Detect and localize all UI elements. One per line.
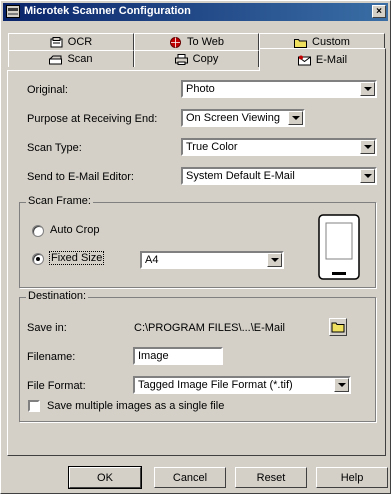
file-format-label: File Format: xyxy=(27,380,86,392)
destination-group: Destination: Save in: C:\PROGRAM FILES\.… xyxy=(19,290,376,422)
send-to-label: Send to E-Mail Editor: xyxy=(27,171,134,183)
auto-crop-label[interactable]: Auto Crop xyxy=(50,224,100,236)
multi-image-checkbox[interactable] xyxy=(28,400,40,412)
page-size-value: A4 xyxy=(145,254,159,266)
purpose-label: Purpose at Receiving End: xyxy=(27,113,158,125)
chevron-down-icon[interactable] xyxy=(360,82,375,96)
save-in-label: Save in: xyxy=(27,322,67,334)
tab-copy-label: Copy xyxy=(192,53,219,65)
ok-button[interactable]: OK xyxy=(68,466,142,489)
page-size-select[interactable]: A4 xyxy=(140,251,284,269)
title-bar[interactable]: Microtek Scanner Configuration × xyxy=(3,3,388,21)
tab-email-label: E-Mail xyxy=(315,54,348,66)
tab-scan[interactable]: Scan xyxy=(8,50,134,67)
destination-title: Destination: xyxy=(26,290,89,302)
scanner-icon xyxy=(49,55,63,64)
email-icon xyxy=(297,55,311,65)
original-label: Original: xyxy=(27,84,68,96)
scanner-app-icon xyxy=(6,5,20,18)
send-to-select[interactable]: System Default E-Mail xyxy=(181,167,377,185)
close-icon: × xyxy=(376,6,382,17)
window-title: Microtek Scanner Configuration xyxy=(24,5,191,17)
tab-to-web[interactable]: To Web xyxy=(134,33,259,50)
file-format-select[interactable]: Tagged Image File Format (*.tif) xyxy=(133,376,351,394)
filename-input[interactable]: Image xyxy=(133,347,223,365)
chevron-down-icon[interactable] xyxy=(360,140,375,154)
scan-type-select[interactable]: True Color xyxy=(181,138,377,156)
scan-frame-title: Scan Frame: xyxy=(26,195,93,207)
printer-icon xyxy=(174,53,188,65)
dialog-window: Microtek Scanner Configuration × OCR To … xyxy=(0,0,391,494)
filename-value: Image xyxy=(138,350,169,362)
fixed-size-radio[interactable] xyxy=(32,253,44,265)
cancel-button[interactable]: Cancel xyxy=(154,467,226,488)
tab-to-web-label: To Web xyxy=(186,36,225,48)
tab-email[interactable]: E-Mail xyxy=(259,48,386,71)
original-select[interactable]: Photo xyxy=(181,80,377,98)
reset-button[interactable]: Reset xyxy=(235,467,307,488)
chevron-down-icon[interactable] xyxy=(334,378,349,392)
purpose-value: On Screen Viewing xyxy=(186,112,280,124)
folder-icon xyxy=(294,38,308,48)
purpose-select[interactable]: On Screen Viewing xyxy=(181,109,305,127)
multi-image-label[interactable]: Save multiple images as a single file xyxy=(47,400,224,412)
tab-ocr[interactable]: OCR xyxy=(8,33,134,50)
chevron-down-icon[interactable] xyxy=(267,253,282,267)
ocr-icon xyxy=(50,36,63,47)
chevron-down-icon[interactable] xyxy=(360,169,375,183)
web-globe-icon xyxy=(169,36,181,48)
email-tab-panel: Original: Photo Purpose at Receiving End… xyxy=(7,70,386,456)
folder-icon xyxy=(331,322,345,333)
browse-folder-button[interactable] xyxy=(329,318,347,336)
scan-type-label: Scan Type: xyxy=(27,142,82,154)
file-format-value: Tagged Image File Format (*.tif) xyxy=(138,379,293,391)
close-button[interactable]: × xyxy=(372,5,386,18)
tab-scan-label: Scan xyxy=(67,53,93,65)
scan-type-value: True Color xyxy=(186,141,238,153)
tab-copy[interactable]: Copy xyxy=(134,50,259,67)
tab-ocr-label: OCR xyxy=(67,36,93,48)
tab-custom-label: Custom xyxy=(312,36,350,48)
save-in-path: C:\PROGRAM FILES\...\E-Mail xyxy=(134,322,285,334)
send-to-value: System Default E-Mail xyxy=(186,170,295,182)
chevron-down-icon[interactable] xyxy=(288,111,303,125)
auto-crop-radio[interactable] xyxy=(32,225,44,237)
filename-label: Filename: xyxy=(27,351,76,363)
original-value: Photo xyxy=(186,83,215,95)
help-button[interactable]: Help xyxy=(316,467,388,488)
fixed-size-label[interactable]: Fixed Size xyxy=(48,251,105,265)
scanner-preview-icon xyxy=(318,214,360,280)
scan-frame-group: Scan Frame: Auto Crop Fixed Size A4 xyxy=(19,195,376,288)
